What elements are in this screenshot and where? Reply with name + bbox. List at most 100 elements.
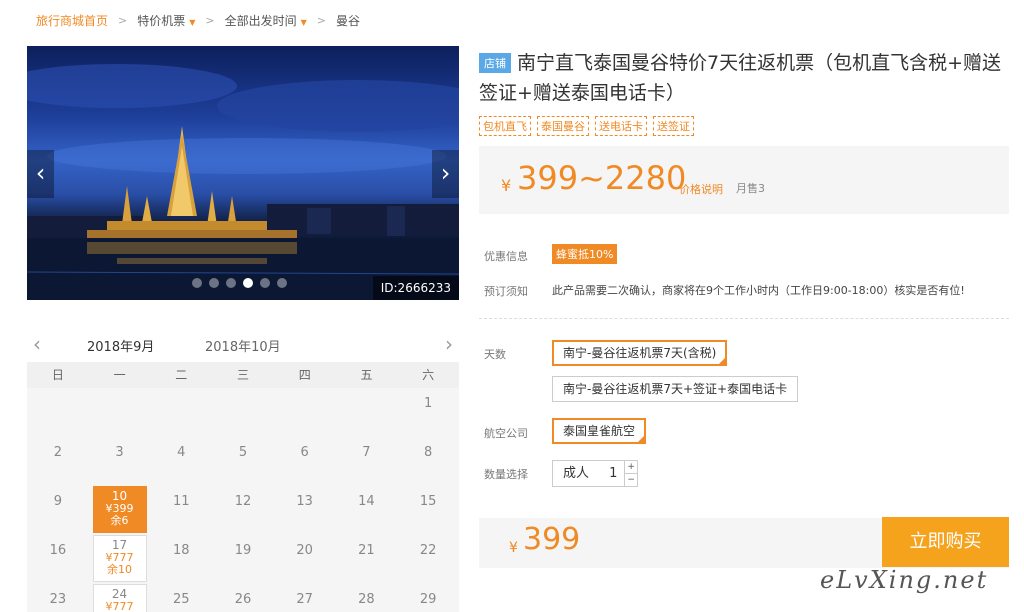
day-remaining: 余10 [107,563,133,576]
decrement-button[interactable]: − [625,473,637,486]
calendar-day: 11 [172,494,190,509]
calendar-day-button[interactable]: 10 ¥399 余6 [92,486,147,533]
weekday-label: 二 [175,368,188,382]
buy-now-button[interactable]: 立即购买 [882,517,1009,567]
calendar-header: ‹ 2018年9月 2018年10月 › [27,330,459,366]
chevron-right-icon: > [118,13,128,27]
day-remaining: 余6 [110,514,129,527]
increment-button[interactable]: + [625,461,637,473]
weekday-label: 三 [237,368,250,382]
calendar-day: 3 [115,445,124,460]
day-number: 24 [111,587,128,601]
total-price: 399 [523,522,581,557]
price-explain-link[interactable]: 价格说明 [679,181,723,197]
weekday-label: 日 [51,368,64,382]
days-option-basic[interactable]: 南宁-曼谷往返机票7天(含税) [552,340,728,366]
calendar-day: 29 [419,592,437,607]
gallery-prev-button[interactable]: ‹ [27,150,54,198]
calendar-weekdays: 日一二三四五六 [27,362,459,388]
calendar-day-priced: 17 ¥777 余10 [89,535,151,584]
chevron-right-icon[interactable]: › [445,332,453,356]
product-tag: 送签证 [653,116,694,136]
notice-label: 预订须知 [484,285,528,298]
calendar-day: 26 [234,592,252,607]
total-currency: ¥ [509,540,518,556]
caret-down-icon: ▼ [189,17,196,27]
product-tag: 包机直飞 [479,116,531,136]
calendar-day-priced: 10 ¥399 余6 [89,486,151,535]
temple-photo [27,64,459,300]
product-tags: 包机直飞 泰国曼谷 送电话卡 送签证 [479,116,694,136]
breadcrumb-departure-time[interactable]: 全部出发时间 ▼ [225,12,307,29]
calendar-day: 13 [296,494,313,509]
gallery-dot[interactable] [192,278,202,288]
weekday-label: 六 [422,368,435,382]
calendar-day: 28 [358,592,375,607]
airline-option[interactable]: 泰国皇雀航空 [552,418,647,444]
gallery-next-button[interactable]: › [432,150,459,198]
days-option-visa-simcard[interactable]: 南宁-曼谷往返机票7天+签证+泰国电话卡 [552,376,799,402]
calendar-day: 25 [172,592,190,607]
monthly-sales: 月售3 [736,182,765,195]
gallery-dot[interactable] [226,278,236,288]
chevron-right-icon: > [316,13,327,27]
calendar-day: 6 [300,445,309,460]
weekday-label: 一 [113,368,126,382]
product-title: 南宁直飞泰国曼谷特价7天往返机票（包机直飞含税+赠送签证+赠送泰国电话卡） [479,52,1002,104]
calendar-day: 2 [53,445,62,460]
calendar-day: 23 [49,592,67,607]
calendar-day-button[interactable]: 24 ¥777 [92,584,147,612]
notice-text: 此产品需要二次确认，商家将在9个工作小时内（工作日9:00-18:00）核实是否… [552,284,965,297]
calendar-day: 9 [53,494,62,509]
day-number: 17 [111,538,128,552]
calendar-day: 12 [234,494,252,509]
shop-badge: 店铺 [479,52,511,73]
chevron-right-icon: > [205,13,215,27]
gallery-dot[interactable] [277,278,287,288]
promo-badge: 蜂蜜抵10% [552,244,618,264]
price-range: 399~2280 [517,159,687,197]
promo-label: 优惠信息 [484,250,528,263]
day-number: 10 [111,489,128,503]
gallery-dot[interactable] [260,278,270,288]
calendar-day: 4 [177,445,186,460]
day-price: ¥777 [105,600,134,612]
calendar-day: 18 [172,543,190,558]
quantity-input[interactable] [602,461,625,486]
calendar-day: 5 [238,445,248,460]
gallery-dots [192,278,287,288]
product-tag: 送电话卡 [595,116,647,136]
quantity-stepper: 成人 + − [552,460,638,487]
product-gallery: ‹ › ID:2666233 [27,46,459,300]
product-id-label: ID:2666233 [372,276,459,300]
chevron-left-icon[interactable]: ‹ [33,332,41,356]
calendar-day: 14 [358,494,375,509]
calendar-day-button[interactable]: 17 ¥777 余10 [92,535,147,582]
divider [479,318,1009,319]
calendar-day: 19 [234,543,252,558]
calendar-day: 27 [296,592,313,607]
calendar-grid: 1 2 3 4 5 6 7 8 9 10 ¥399 余6 11 12 13 14 15 16 17 ¥777 余10 18… [27,388,459,612]
product-title-row: 店铺 南宁直飞泰国曼谷特价7天往返机票（包机直飞含税+赠送签证+赠送泰国电话卡） [479,48,1009,108]
calendar-day: 7 [362,445,371,460]
gallery-dot[interactable] [243,278,253,288]
weekday-label: 五 [360,368,373,382]
gallery-dot[interactable] [209,278,219,288]
currency-symbol: ¥ [501,176,512,195]
breadcrumb-current: 曼谷 [336,13,361,28]
breadcrumb-home-link[interactable]: 旅行商城首页 [36,12,108,29]
calendar-day: 1 [423,396,433,411]
breadcrumb-cheap-flights[interactable]: 特价机票 ▼ [137,12,195,29]
product-tag: 泰国曼谷 [537,116,589,136]
breadcrumb: 旅行商城首页 > 特价机票 ▼ > 全部出发时间 ▼ > 曼谷 [36,12,360,28]
tab-month-october[interactable]: 2018年10月 [205,336,281,363]
airline-label: 航空公司 [484,427,528,440]
calendar-day: 22 [419,543,437,558]
calendar-day: 21 [358,543,375,558]
weekday-label: 四 [298,368,311,382]
price-panel: ¥ 399~2280 价格说明 月售3 [479,146,1009,214]
days-label: 天数 [484,348,506,361]
passenger-type: 成人 [563,466,590,481]
calendar-day: 8 [423,445,433,460]
quantity-label: 数量选择 [484,468,528,481]
